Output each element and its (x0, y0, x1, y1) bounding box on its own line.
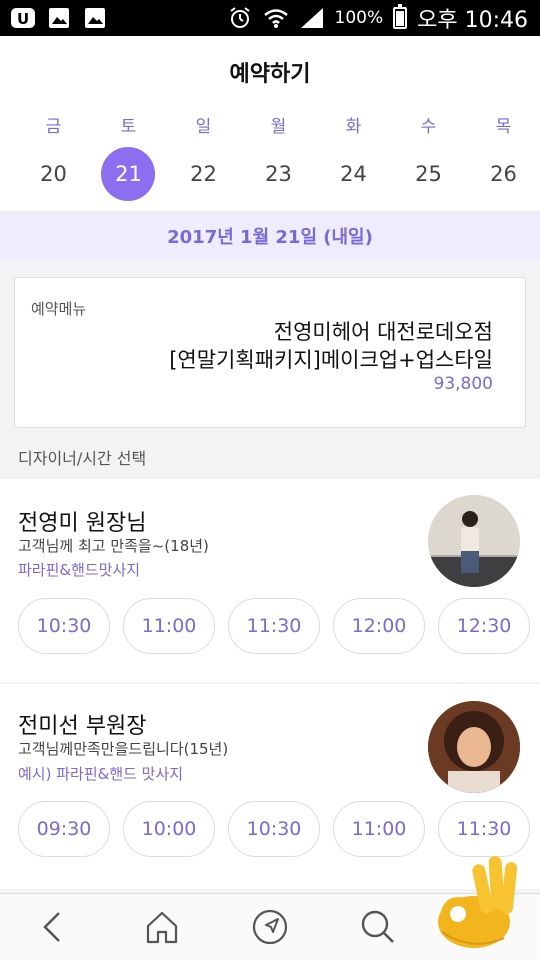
date-cell-selected[interactable]: 21 (91, 147, 166, 201)
weekday-label: 화 (345, 117, 362, 137)
wifi-icon (263, 9, 288, 28)
status-bar: U 100% 오후 10:46 (0, 0, 540, 36)
time-slot-row: 10:30 11:00 11:30 12:00 12:30 (18, 598, 530, 654)
signal-icon (300, 8, 323, 28)
date-cell[interactable]: 25 (391, 147, 466, 201)
reservation-menu-card: 예약메뉴 전영미헤어 대전로데오점 [연말기획패키지]메이크업+업스타일 93,… (14, 277, 526, 428)
battery-icon (393, 4, 408, 29)
time-slot-button[interactable]: 10:30 (228, 801, 320, 857)
selected-date-banner: 2017년 1월 21일 (내일) (0, 211, 540, 261)
time-slot-button[interactable]: 10:30 (18, 598, 110, 654)
back-button[interactable] (24, 897, 84, 957)
menu-label: 예약메뉴 (31, 300, 87, 318)
status-right: 100% 오후 10:46 (227, 2, 528, 34)
navigate-button[interactable] (240, 897, 300, 957)
designer-avatar[interactable] (428, 701, 520, 793)
designer-description: 고객님께 최고 만족을~(18년) (18, 537, 209, 555)
date-number: 23 (265, 162, 292, 186)
date-cell[interactable]: 20 (16, 147, 91, 201)
time-slot-button[interactable]: 10:00 (123, 801, 215, 857)
app-notification-icon: U (11, 8, 35, 28)
time-slot-button[interactable]: 09:30 (18, 801, 110, 857)
status-left: U (10, 7, 108, 29)
date-number: 24 (340, 162, 367, 186)
time-slot-button[interactable]: 11:00 (123, 598, 215, 654)
home-icon (146, 911, 178, 944)
designer-card: 전영미 원장님 고객님께 최고 만족을~(18년) 파라핀&핸드맛사지 10:3… (0, 479, 540, 682)
back-icon (43, 912, 60, 942)
date-number: 20 (40, 162, 67, 186)
date-number: 21 (115, 162, 142, 186)
time-slot-button[interactable]: 11:30 (228, 598, 320, 654)
weekday-label: 월 (270, 117, 287, 137)
header: 예약하기 금 토 일 월 화 수 목 20 21 22 23 24 25 26 (0, 36, 540, 211)
designer-tag: 파라핀&핸드맛사지 (18, 561, 141, 579)
date-number: 22 (190, 162, 217, 186)
alarm-icon (229, 7, 250, 28)
ok-hand-emoji (438, 856, 518, 948)
weekday-label: 금 (45, 117, 62, 137)
designer-tag: 예시) 파라핀&핸드 맛사지 (18, 765, 184, 783)
weekday-label: 일 (195, 117, 212, 137)
date-row: 20 21 22 23 24 25 26 (16, 147, 540, 201)
time-slot-button[interactable]: 12:30 (438, 598, 530, 654)
page-title: 예약하기 (229, 62, 311, 87)
date-number: 26 (490, 162, 517, 186)
time-slot-button[interactable]: 11:00 (333, 801, 425, 857)
search-button[interactable] (348, 897, 408, 957)
image-notification-icon-2 (85, 8, 105, 28)
price: 93,800 (433, 374, 493, 394)
weekday-label: 수 (420, 117, 437, 137)
home-button[interactable] (132, 897, 192, 957)
designer-name: 전미선 부원장 (18, 714, 147, 739)
weekday-row: 금 토 일 월 화 수 목 (16, 112, 540, 137)
search-icon (361, 910, 394, 943)
designer-avatar[interactable] (428, 495, 520, 587)
time-slot-button[interactable]: 12:00 (333, 598, 425, 654)
package-name: [연말기획패키지]메이크업+업스타일 (169, 348, 493, 372)
date-cell[interactable]: 23 (241, 147, 316, 201)
section-label: 디자이너/시간 선택 (18, 449, 147, 468)
weekday-label: 목 (495, 117, 512, 137)
svg-text:U: U (17, 10, 29, 28)
designer-name: 전영미 원장님 (18, 511, 147, 536)
date-cell[interactable]: 22 (166, 147, 241, 201)
shop-name: 전영미헤어 대전로데오점 (273, 320, 493, 344)
date-cell[interactable]: 24 (316, 147, 391, 201)
date-number: 25 (415, 162, 442, 186)
date-cell[interactable]: 26 (466, 147, 540, 201)
avatar-photo (428, 495, 520, 587)
battery-percent: 100% (334, 8, 384, 28)
navigate-icon (252, 909, 288, 945)
avatar-photo (428, 701, 520, 793)
designer-description: 고객님께만족만을드립니다(15년) (18, 740, 229, 758)
weekday-label: 토 (120, 117, 137, 137)
image-notification-icon (49, 8, 69, 28)
clock: 오후 10:46 (417, 8, 528, 33)
